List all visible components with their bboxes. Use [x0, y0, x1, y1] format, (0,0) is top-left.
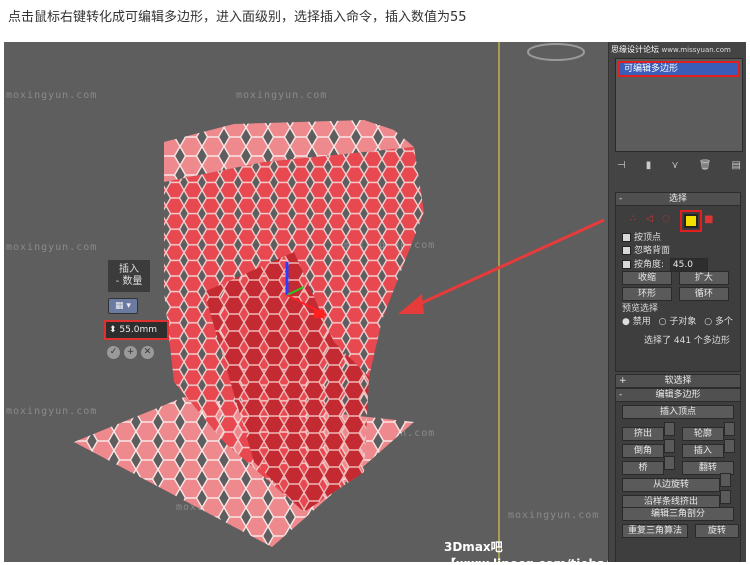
checkbox[interactable]	[622, 233, 631, 242]
make-unique-icon[interactable]: ⋎	[671, 160, 678, 171]
border-icon[interactable]: ◌	[662, 213, 670, 226]
by-angle-option[interactable]: 按角度: 45.0	[616, 258, 740, 272]
radio-subobject[interactable]: ○	[659, 317, 670, 327]
perspective-viewport[interactable]: moxingyun.com moxingyun.com moxingyun.co…	[4, 42, 655, 562]
watermark-top-right: 思缘设计论坛 www.missyuan.com	[611, 45, 731, 54]
configure-sets-icon[interactable]: ▤	[732, 160, 741, 171]
ignore-backface-option[interactable]: 忽略背面	[616, 245, 740, 258]
vertex-icon[interactable]: ∴	[630, 213, 636, 226]
shrink-button[interactable]: 收缩	[622, 271, 672, 285]
inset-amount-value: 55.0mm	[119, 325, 157, 335]
bridge-settings-button[interactable]	[664, 456, 675, 470]
retriangulate-button[interactable]: 重复三角算法	[622, 524, 688, 538]
soft-selection-rollout: + 软选择	[615, 374, 741, 388]
preview-selection-label: 预览选择	[622, 304, 659, 314]
hinge-settings-button[interactable]	[720, 473, 731, 487]
caddy-mode-dropdown[interactable]: ▦ ▾	[108, 298, 138, 314]
cancel-button[interactable]: ✕	[141, 346, 154, 359]
apply-button[interactable]: +	[124, 346, 137, 359]
remove-modifier-icon[interactable]: 🗑	[699, 160, 712, 171]
max-screenshot: moxingyun.com moxingyun.com moxingyun.co…	[4, 42, 746, 562]
turn-button[interactable]: 旋转	[694, 524, 739, 538]
caddy-title: 插入 - 数量	[108, 260, 150, 292]
grow-button[interactable]: 扩大	[678, 271, 729, 285]
caption-text: 点击鼠标右键转化成可编辑多边形，进入面级别，选择插入命令，插入数值为55	[8, 10, 467, 25]
edit-polygons-header[interactable]: - 编辑多边形	[616, 389, 740, 402]
modifier-stack: 可编辑多边形	[615, 58, 743, 152]
radio-multi[interactable]: ○	[704, 317, 715, 327]
edit-triangulation-button[interactable]: 编辑三角剖分	[622, 507, 734, 521]
modifier-editable-poly[interactable]: 可编辑多边形	[618, 61, 740, 77]
show-end-result-icon[interactable]: ▮	[646, 160, 652, 171]
subobject-icons: ∴ ◁ ◌ ■	[616, 206, 740, 232]
preview-options: ● 禁用 ○ 子对象 ○ 多个	[622, 317, 733, 327]
soft-selection-header[interactable]: + 软选择	[616, 375, 740, 388]
ok-button[interactable]: ✓	[107, 346, 120, 359]
checkbox[interactable]	[622, 260, 631, 269]
pin-stack-icon[interactable]: ⊣	[617, 160, 626, 171]
by-vertex-option[interactable]: 按顶点	[616, 232, 740, 245]
angle-input[interactable]: 45.0	[669, 258, 708, 272]
inset-settings-button[interactable]	[723, 439, 735, 453]
extrude-spline-settings-button[interactable]	[720, 490, 731, 504]
radio-disabled[interactable]: ●	[622, 317, 633, 327]
bevel-settings-button[interactable]	[664, 439, 675, 453]
edge-icon[interactable]: ◁	[646, 213, 653, 226]
edit-polygons-rollout: - 编辑多边形 插入顶点 挤出 轮廓 倒角 插入 桥 翻转 从边旋转 沿样条线挤出…	[615, 388, 741, 562]
stack-toolbar: ⊣ ▮ ⋎ 🗑 ▤	[617, 160, 741, 171]
insert-vertex-button[interactable]: 插入顶点	[622, 405, 734, 419]
selection-status: 选择了 441 个多边形	[644, 336, 730, 346]
selection-rollout-header[interactable]: - 选择	[616, 193, 740, 206]
element-icon[interactable]: ■	[704, 213, 713, 226]
selection-rollout: - 选择 ∴ ◁ ◌ ■ 按顶点 忽略背面 按角度: 45.0 收缩 扩大 环形 …	[615, 192, 741, 372]
inset-caddy: 插入 - 数量 ▦ ▾ ⬍ 55.0mm ✓ + ✕	[104, 260, 169, 359]
loop-button[interactable]: 循环	[678, 287, 729, 301]
outline-settings-button[interactable]	[723, 422, 735, 436]
spinner-icon[interactable]: ⬍	[109, 325, 119, 335]
hex-mesh-object[interactable]	[4, 42, 608, 562]
ring-button[interactable]: 环形	[622, 287, 672, 301]
inset-amount-field[interactable]: ⬍ 55.0mm	[104, 320, 169, 340]
command-panel: 思缘设计论坛 www.missyuan.com 可编辑多边形 ⊣ ▮ ⋎ 🗑 ▤…	[608, 42, 746, 562]
polygon-icon[interactable]	[680, 210, 702, 232]
extrude-settings-button[interactable]	[664, 422, 675, 436]
checkbox[interactable]	[622, 246, 631, 255]
